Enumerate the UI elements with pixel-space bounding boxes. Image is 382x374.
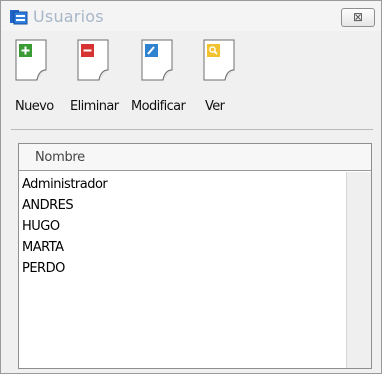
edit-document-icon (141, 39, 173, 81)
app-icon (10, 10, 28, 25)
toolbar-separator (11, 129, 373, 130)
eliminar-label: Eliminar (70, 99, 119, 114)
ver-button[interactable]: Ver (199, 39, 239, 125)
list-rows: Administrador ANDRES HUGO MARTA PERDO (19, 174, 345, 279)
vertical-scrollbar[interactable] (346, 172, 371, 368)
window-title: Usuarios (33, 7, 104, 26)
list-item[interactable]: Administrador (19, 174, 345, 195)
usuarios-window: Usuarios ⊠ Nuevo Eliminar Modificar Ver … (0, 0, 382, 374)
delete-document-icon (77, 39, 109, 81)
close-icon: ⊠ (352, 10, 364, 24)
modificar-button[interactable]: Modificar (130, 39, 196, 125)
toolbar: Nuevo Eliminar Modificar Ver (1, 31, 381, 129)
list-item[interactable]: ANDRES (19, 195, 345, 216)
list-item[interactable]: MARTA (19, 237, 345, 258)
title-bar[interactable]: Usuarios ⊠ (1, 1, 381, 31)
eliminar-button[interactable]: Eliminar (67, 39, 129, 125)
nuevo-button[interactable]: Nuevo (12, 39, 66, 125)
column-header-nombre[interactable]: Nombre (19, 144, 371, 171)
users-list[interactable]: Nombre Administrador ANDRES HUGO MARTA P… (18, 143, 372, 369)
list-item[interactable]: PERDO (19, 258, 345, 279)
ver-label: Ver (205, 99, 225, 114)
column-header-label: Nombre (35, 150, 85, 165)
list-item[interactable]: HUGO (19, 216, 345, 237)
nuevo-label: Nuevo (15, 99, 54, 114)
add-document-icon (15, 39, 47, 81)
view-document-icon (203, 39, 235, 81)
modificar-label: Modificar (131, 99, 186, 114)
close-button[interactable]: ⊠ (341, 8, 375, 27)
